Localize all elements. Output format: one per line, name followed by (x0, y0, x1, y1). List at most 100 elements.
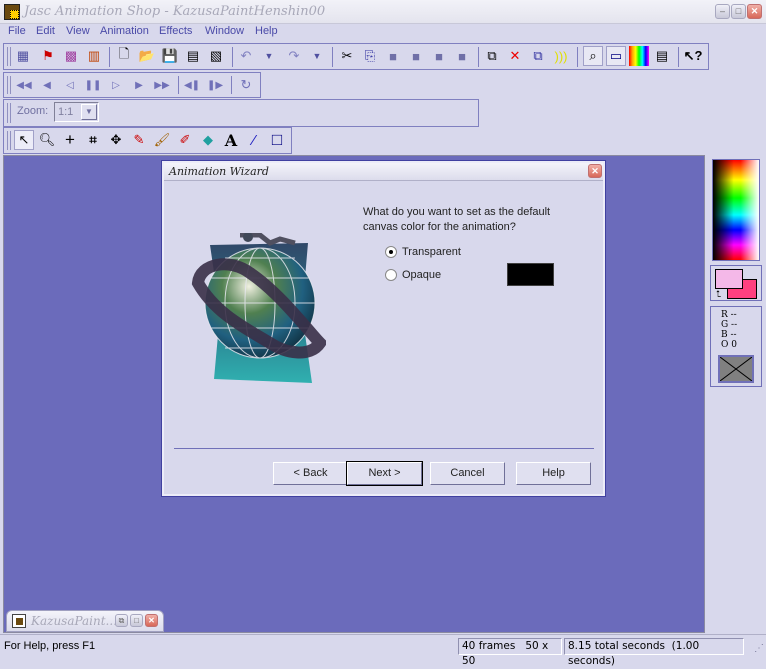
menu-file[interactable]: File (8, 25, 26, 37)
dialog-close-button[interactable]: ✕ (588, 164, 602, 178)
toolbar-grip[interactable] (7, 47, 11, 66)
paste-after-icon[interactable]: ■ (452, 46, 472, 66)
image-wizard-icon[interactable]: ▩ (61, 46, 81, 66)
blue-value: B -- (721, 330, 737, 340)
fill-tool-icon[interactable]: ◆ (198, 130, 218, 150)
color-picker[interactable] (712, 159, 760, 261)
next-frame-icon[interactable]: ▶ (129, 75, 149, 95)
redo-icon[interactable]: ↷ (284, 46, 304, 66)
banner-wizard-icon[interactable]: ⚑ (38, 46, 58, 66)
toolbar-grip[interactable] (7, 103, 11, 123)
frame-properties-icon[interactable]: ▭ (606, 46, 626, 66)
first-frame-icon[interactable]: ◀◀ (14, 75, 34, 95)
copy-frame-icon[interactable]: ■ (383, 46, 403, 66)
zoom-select[interactable]: 1:1 ▼ (54, 102, 99, 122)
dialog-divider (174, 448, 594, 449)
restore-button[interactable]: ⧉ (115, 614, 128, 627)
insert-frames-icon[interactable]: ⧉ (482, 46, 502, 66)
opaque-color-swatch[interactable] (507, 263, 554, 286)
separator (231, 76, 232, 94)
text-tool-icon[interactable]: A (221, 130, 241, 150)
separator (478, 47, 479, 67)
zoom-toolbar: Zoom: 1:1 ▼ (3, 99, 479, 127)
context-help-icon[interactable]: ↖? (683, 46, 703, 66)
crosshair-tool-icon[interactable]: + (60, 130, 80, 150)
zoom-view-icon[interactable]: ⌕ (583, 46, 603, 66)
toolbar-grip[interactable] (7, 131, 11, 150)
status-duration: 8.15 total seconds (1.00 seconds) (564, 638, 744, 667)
minimized-document[interactable]: KazusaPaint... ⧉ □ ✕ (6, 610, 164, 632)
undo-dropdown-icon[interactable]: ▼ (259, 46, 279, 66)
paste-as-new-icon[interactable]: ■ (406, 46, 426, 66)
copy-icon[interactable]: ⎘ (360, 46, 380, 66)
save-as-icon[interactable]: ▤ (183, 46, 203, 66)
step-back-icon[interactable]: ◁ (60, 75, 80, 95)
duplicate-frames-icon[interactable]: ⧉ (528, 46, 548, 66)
menu-effects[interactable]: Effects (159, 25, 192, 37)
next-button[interactable]: Next > (346, 461, 423, 486)
new-icon[interactable]: 🗋 (114, 46, 134, 66)
opaque-label[interactable]: Opaque (402, 269, 441, 281)
line-tool-icon[interactable]: ⁄ (244, 130, 264, 150)
open-icon[interactable]: 📂 (137, 46, 157, 66)
rectangle-tool-icon[interactable]: □ (267, 130, 287, 150)
palette-icon[interactable] (629, 46, 649, 66)
crop-tool-icon[interactable]: ⌗ (83, 130, 103, 150)
animation-wizard-dialog: Animation Wizard ✕ What do you want to s… (161, 160, 606, 497)
color-info-box: R -- G -- B -- O 0 (710, 306, 762, 387)
window-title: Jasc Animation Shop - KazusaPaintHenshin… (24, 4, 326, 19)
vcr-icon[interactable]: ▤ (652, 46, 672, 66)
transition-icon[interactable]: ))) (551, 46, 571, 66)
menu-view[interactable]: View (66, 25, 90, 37)
loop-icon[interactable]: ↻ (236, 75, 256, 95)
delete-frames-icon[interactable]: ✕ (505, 46, 525, 66)
next-keyframe-icon[interactable]: ❚▶ (205, 75, 225, 95)
title-bar: Jasc Animation Shop - KazusaPaintHenshin… (0, 0, 766, 24)
previous-keyframe-icon[interactable]: ◀❚ (182, 75, 202, 95)
foreground-color-swatch[interactable] (715, 269, 743, 289)
app-icon (4, 4, 20, 20)
back-button[interactable]: < Back (273, 462, 348, 485)
maximize-button[interactable]: □ (731, 4, 746, 19)
browse-icon[interactable]: ▧ (206, 46, 226, 66)
cut-icon[interactable]: ✂ (337, 46, 357, 66)
document-icon (12, 614, 26, 628)
dialog-title: Animation Wizard (169, 165, 269, 178)
arrow-tool-icon[interactable]: ↖ (14, 130, 34, 150)
optimization-wizard-icon[interactable]: ▥ (84, 46, 104, 66)
help-button[interactable]: Help (516, 462, 591, 485)
animation-wizard-icon[interactable]: ▦ (13, 46, 33, 66)
minimize-button[interactable]: – (715, 4, 730, 19)
menu-help[interactable]: Help (255, 25, 278, 37)
step-forward-icon[interactable]: ▷ (106, 75, 126, 95)
separator (232, 47, 233, 67)
save-icon[interactable]: 💾 (160, 46, 180, 66)
last-frame-icon[interactable]: ▶▶ (152, 75, 172, 95)
dropper-tool-icon[interactable]: ✎ (129, 130, 149, 150)
transparent-label[interactable]: Transparent (402, 246, 461, 258)
close-button[interactable]: ✕ (747, 4, 762, 19)
cancel-button[interactable]: Cancel (430, 462, 505, 485)
close-button[interactable]: ✕ (145, 614, 158, 627)
paste-before-icon[interactable]: ■ (429, 46, 449, 66)
toolbar-grip[interactable] (7, 76, 11, 94)
resize-grip[interactable]: ⋰ (754, 643, 764, 654)
paintbrush-tool-icon[interactable]: 🖌︎ (152, 130, 172, 150)
chevron-down-icon[interactable]: ▼ (81, 104, 97, 120)
status-bar: For Help, press F1 40 frames 50 x 50 8.1… (0, 634, 766, 667)
swap-colors-icon[interactable]: ⮤ (716, 289, 721, 300)
pause-icon[interactable]: ❚❚ (83, 75, 103, 95)
menu-edit[interactable]: Edit (36, 25, 55, 37)
menu-animation[interactable]: Animation (100, 25, 149, 37)
redo-dropdown-icon[interactable]: ▼ (307, 46, 327, 66)
zoom-tool-icon[interactable]: 🔍︎ (37, 130, 57, 150)
separator (577, 47, 578, 67)
maximize-button[interactable]: □ (130, 614, 143, 627)
previous-frame-icon[interactable]: ◀ (37, 75, 57, 95)
menu-window[interactable]: Window (205, 25, 244, 37)
undo-icon[interactable]: ↶ (236, 46, 256, 66)
eraser-tool-icon[interactable]: ✐ (175, 130, 195, 150)
opaque-radio[interactable] (385, 269, 397, 281)
move-tool-icon[interactable]: ✥ (106, 130, 126, 150)
transparent-radio[interactable] (385, 246, 397, 258)
